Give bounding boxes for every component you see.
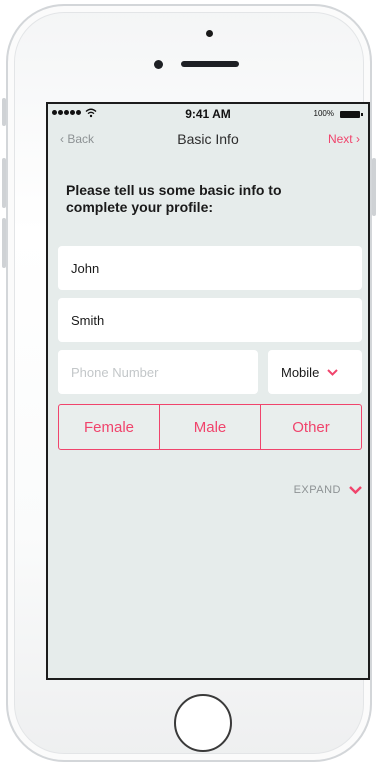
home-button[interactable] [174, 694, 232, 752]
phone-number-input[interactable] [58, 350, 258, 394]
earpiece-speaker [181, 61, 239, 67]
gender-male-button[interactable]: Male [160, 405, 261, 449]
battery-icon [340, 111, 363, 118]
form-prompt: Please tell us some basic info to comple… [66, 182, 282, 215]
last-name-field[interactable]: Smith [58, 298, 362, 342]
navigation-bar: ‹ Back Basic Info Next › [48, 126, 368, 152]
chevron-right-icon: › [356, 132, 360, 146]
chevron-down-icon [349, 482, 362, 497]
mute-switch [2, 98, 6, 126]
next-label: Next [327, 132, 353, 146]
phone-type-value: Mobile [281, 364, 320, 380]
first-name-field[interactable]: John [58, 246, 362, 290]
screen: 9:41 AM 100% ‹ Back Basic Info Next › Pl… [46, 102, 370, 680]
volume-up-button [2, 158, 6, 208]
volume-down-button [2, 218, 6, 268]
sensor-dot [206, 30, 213, 37]
front-camera [154, 60, 163, 69]
phone-frame: 9:41 AM 100% ‹ Back Basic Info Next › Pl… [2, 4, 376, 762]
gender-other-button[interactable]: Other [261, 405, 361, 449]
phone-type-select[interactable]: Mobile [268, 350, 362, 394]
battery-percentage: 100% [313, 109, 334, 118]
power-button [372, 158, 376, 216]
status-bar: 9:41 AM 100% [48, 104, 368, 124]
expand-label: EXPAND [293, 483, 341, 496]
next-button[interactable]: Next › [328, 132, 360, 146]
gender-female-button[interactable]: Female [59, 405, 160, 449]
expand-button[interactable]: EXPAND [294, 482, 362, 497]
page-title: Basic Info [177, 131, 239, 147]
chevron-down-icon [327, 365, 339, 379]
gender-segmented-control: Female Male Other [58, 404, 362, 450]
